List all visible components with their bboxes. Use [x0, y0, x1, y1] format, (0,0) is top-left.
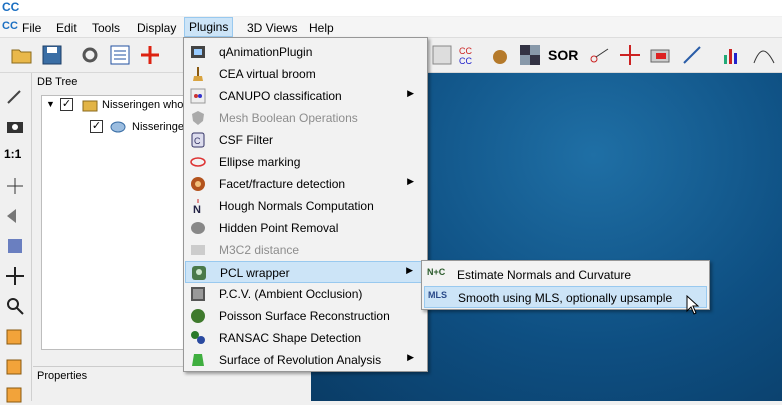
sor-filter-icon[interactable]: SOR	[548, 43, 578, 67]
center-icon[interactable]	[4, 175, 26, 197]
histogram-icon[interactable]	[720, 43, 744, 67]
tree-item-group[interactable]: Nisseringen who	[102, 99, 183, 111]
menu-item-facet-detection[interactable]: Facet/fracture detection ▶	[185, 173, 426, 195]
menu-display[interactable]: Display	[133, 19, 180, 37]
mouse-cursor-icon	[686, 295, 700, 315]
menu-file[interactable]: File	[18, 19, 45, 37]
top-view-icon[interactable]	[4, 355, 26, 377]
menu-help[interactable]: Help	[305, 19, 338, 37]
menu-item-mesh-boolean: Mesh Boolean Operations	[185, 107, 426, 129]
film-icon	[191, 46, 205, 58]
menu-item-pcv[interactable]: P.C.V. (Ambient Occlusion)	[185, 283, 426, 305]
menu-item-m3c2-distance: M3C2 distance	[185, 239, 426, 261]
submenu-arrow-icon: ▶	[407, 176, 414, 186]
list-icon[interactable]	[108, 43, 132, 67]
wrench-icon[interactable]	[4, 85, 26, 107]
menu-edit[interactable]: Edit	[52, 19, 81, 37]
svg-text:CC: CC	[459, 46, 472, 56]
csf-icon: C	[191, 132, 205, 148]
hidden-point-icon	[191, 222, 205, 234]
menu-item-ransac[interactable]: RANSAC Shape Detection	[185, 327, 426, 349]
scissors-icon[interactable]	[588, 43, 612, 67]
menu-item-cea-broom[interactable]: CEA virtual broom	[185, 63, 426, 85]
normal-arrow-icon: N	[193, 199, 201, 214]
broom-icon	[193, 67, 203, 81]
menu-tools[interactable]: Tools	[88, 19, 124, 37]
cloud-icon	[110, 121, 126, 133]
facet-icon	[191, 177, 205, 191]
gear-icon[interactable]	[78, 43, 102, 67]
menu-item-canupo[interactable]: CANUPO classification ▶	[185, 85, 426, 107]
zoom-one-to-one-button[interactable]: 1:1	[4, 147, 26, 169]
normals-curvature-icon: N+C	[427, 267, 446, 277]
side-view-icon[interactable]	[4, 383, 26, 405]
bag-icon[interactable]	[488, 43, 512, 67]
search-icon[interactable]	[4, 295, 26, 317]
submenu-arrow-icon: ▶	[407, 352, 414, 362]
submenu-arrow-icon: ▶	[406, 265, 413, 275]
menu-item-csf-filter[interactable]: C CSF Filter	[185, 129, 426, 151]
menu-3d-views[interactable]: 3D Views	[243, 19, 301, 37]
perspective-icon[interactable]	[4, 205, 26, 227]
box-icon[interactable]	[648, 43, 672, 67]
svg-text:N: N	[193, 204, 201, 214]
pcv-icon	[191, 287, 205, 301]
plugins-menu: qAnimationPlugin CEA virtual broom CANUP…	[183, 37, 428, 372]
menu-item-smooth-mls[interactable]: MLS Smooth using MLS, optionally upsampl…	[424, 286, 707, 308]
shield-icon	[192, 111, 204, 125]
folder-icon	[82, 100, 98, 112]
translate-icon[interactable]	[618, 43, 642, 67]
cloudcompare-icon: CC	[2, 20, 18, 32]
add-point-icon[interactable]	[138, 43, 162, 67]
properties-title: Properties	[37, 370, 88, 382]
menu-item-surface-revolution[interactable]: Surface of Revolution Analysis ▶	[185, 349, 426, 371]
pan-icon[interactable]	[4, 265, 26, 287]
ellipse-icon	[190, 157, 206, 167]
tree-item-cloud[interactable]: Nisseringen	[132, 121, 190, 133]
menu-item-poisson[interactable]: Poisson Surface Reconstruction	[185, 305, 426, 327]
submenu-arrow-icon: ▶	[407, 88, 414, 98]
poisson-icon	[191, 309, 205, 323]
menu-item-qanimation[interactable]: qAnimationPlugin	[185, 41, 426, 63]
revolution-icon	[192, 354, 204, 366]
statistics-icon[interactable]	[752, 43, 776, 67]
grid-icon[interactable]	[430, 43, 454, 67]
cube-view-icon[interactable]	[4, 235, 26, 257]
canupo-icon	[190, 88, 206, 104]
m3c2-icon	[191, 245, 205, 255]
expand-arrow-icon[interactable]: ▼	[46, 99, 55, 109]
app-logo-icon: CC	[2, 0, 20, 14]
menu-item-pcl-wrapper[interactable]: PCL wrapper ▶	[185, 261, 426, 283]
pcl-wrapper-submenu: N+C Estimate Normals and Curvature MLS S…	[421, 260, 710, 310]
color-scale-icon[interactable]: CC CC	[458, 43, 482, 67]
menu-bar: CC File Edit Tools Display Plugins 3D Vi…	[0, 17, 782, 38]
save-icon[interactable]	[40, 43, 64, 67]
svg-text:C: C	[194, 136, 201, 146]
menu-item-ellipse-marking[interactable]: Ellipse marking	[185, 151, 426, 173]
left-toolbar: 1:1	[0, 73, 32, 403]
menu-plugins[interactable]: Plugins	[184, 17, 234, 37]
window-titlebar: CC	[0, 0, 782, 16]
menu-item-hidden-point-removal[interactable]: Hidden Point Removal	[185, 217, 426, 239]
ransac-icon	[191, 331, 205, 344]
menu-item-hough-normals[interactable]: N Hough Normals Computation	[185, 195, 426, 217]
camera-icon[interactable]	[4, 115, 26, 137]
checker-icon[interactable]	[518, 43, 542, 67]
mls-smooth-icon: MLS	[428, 290, 447, 300]
tree-checkbox[interactable]: ✓	[60, 98, 73, 111]
menu-item-estimate-normals[interactable]: N+C Estimate Normals and Curvature	[424, 264, 707, 286]
tree-checkbox[interactable]: ✓	[90, 120, 103, 133]
svg-text:CC: CC	[459, 56, 472, 66]
pick-tool-icon[interactable]	[680, 43, 704, 67]
pcl-icon	[192, 266, 206, 280]
front-view-icon[interactable]	[4, 325, 26, 347]
open-folder-icon[interactable]	[10, 43, 34, 67]
